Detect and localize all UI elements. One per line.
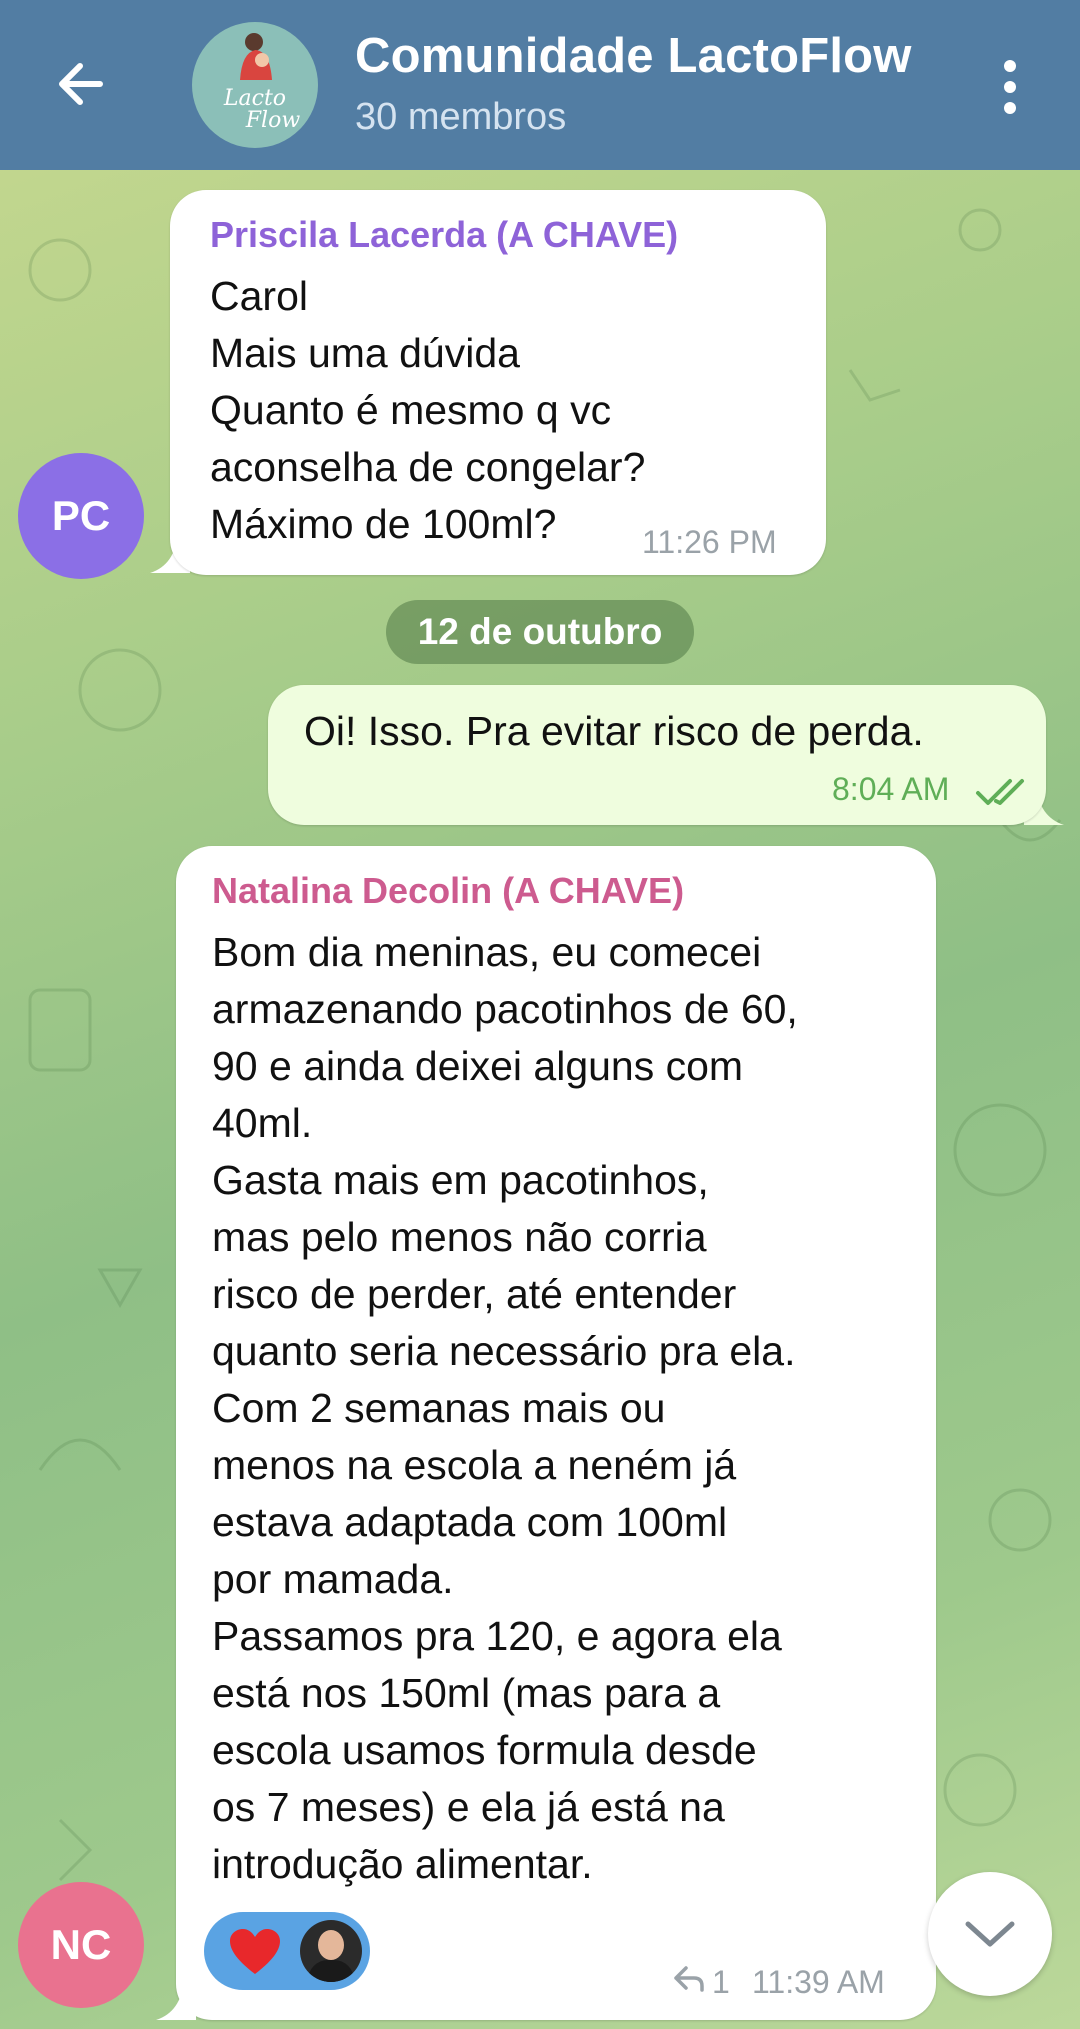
message-text: Oi! Isso. Pra evitar risco de perda.	[304, 708, 924, 754]
reactor-avatar	[300, 1920, 362, 1982]
reply-arrow-icon	[674, 1966, 704, 1992]
chat-header: Lacto Flow Comunidade LactoFlow 30 membr…	[0, 0, 1080, 170]
message-time: 8:04 AM	[832, 771, 950, 807]
date-label: 12 de outubro	[417, 611, 663, 652]
chat-title[interactable]: Comunidade LactoFlow	[355, 28, 912, 84]
scroll-down-button[interactable]	[928, 1872, 1052, 1996]
member-count[interactable]: 30 membros	[355, 96, 566, 139]
message-bubble[interactable]: Priscila Lacerda (A CHAVE) Carol Mais um…	[170, 190, 826, 575]
sender-name[interactable]: Natalina Decolin (A CHAVE)	[212, 870, 684, 912]
message-time: 11:26 PM	[642, 524, 777, 560]
message-bubble[interactable]: Natalina Decolin (A CHAVE) Bom dia menin…	[176, 846, 936, 2020]
avatar[interactable]: NC	[18, 1882, 144, 2008]
avatar[interactable]: PC	[18, 453, 144, 579]
sender-name[interactable]: Priscila Lacerda (A CHAVE)	[210, 214, 678, 256]
mother-baby-icon	[240, 33, 272, 80]
heart-icon	[230, 1929, 280, 1974]
message-time: 11:39 AM	[752, 1964, 885, 2000]
group-avatar[interactable]: Lacto Flow	[192, 22, 318, 148]
reply-count[interactable]: 1	[712, 1964, 730, 2001]
message-text: Bom dia meninas, eu comecei armazenando …	[212, 929, 798, 1887]
message-text: Carol Mais uma dúvida Quanto é mesmo q v…	[210, 273, 646, 547]
logo-line-2: Flow	[245, 108, 301, 133]
reaction-chip[interactable]	[204, 1912, 370, 1990]
avatar-initials: NC	[50, 1921, 112, 1968]
chevron-down-icon	[965, 1921, 1015, 1947]
back-arrow-icon[interactable]	[50, 52, 114, 116]
avatar-initials: PC	[51, 492, 111, 539]
double-check-icon	[976, 779, 1024, 805]
message-bubble-outgoing[interactable]: Oi! Isso. Pra evitar risco de perda. 8:0…	[268, 685, 1046, 825]
bubble-tail	[156, 1980, 196, 2020]
date-separator[interactable]: 12 de outubro	[386, 600, 694, 664]
more-options-icon[interactable]	[995, 55, 1025, 125]
